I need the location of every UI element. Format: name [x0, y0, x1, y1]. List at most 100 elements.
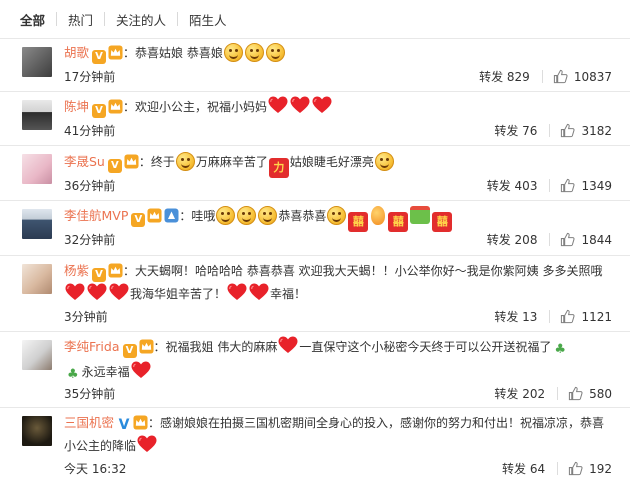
thumbs-up-icon	[568, 386, 583, 401]
like-button[interactable]: 1844	[560, 232, 612, 247]
username[interactable]: 李佳航MVP	[64, 208, 128, 223]
like-count: 1349	[581, 178, 612, 193]
smile-emoji-icon	[265, 43, 285, 62]
username[interactable]: 李纯Frida	[64, 339, 120, 354]
avatar[interactable]	[22, 209, 52, 239]
clover-icon: ♣	[67, 367, 79, 382]
heart-icon	[249, 283, 269, 301]
avatar[interactable]	[22, 100, 52, 130]
like-button[interactable]: 1121	[560, 309, 612, 324]
comment-meta: 35分钟前 转发 202 580	[64, 385, 612, 402]
username[interactable]: 胡歌	[64, 45, 89, 60]
repost-count: 13	[522, 310, 538, 324]
crown-badge-icon	[108, 263, 123, 278]
repost-button[interactable]: 转发 829	[479, 68, 530, 85]
like-count: 1844	[581, 232, 612, 247]
timestamp: 3分钟前	[64, 310, 108, 324]
repost-count: 403	[514, 179, 538, 193]
heart-icon	[290, 96, 310, 114]
divider	[549, 124, 551, 137]
comment-text: ：欢迎小公主，祝福小妈妈	[123, 100, 268, 114]
crown-badge-icon	[139, 339, 154, 354]
like-button[interactable]: 1349	[560, 178, 612, 193]
repost-button[interactable]: 转发 64	[502, 460, 545, 477]
laugh-emoji-icon	[216, 206, 236, 225]
heart-icon	[278, 336, 298, 354]
repost-button[interactable]: 转发 76	[494, 122, 537, 139]
like-count: 1121	[581, 309, 612, 324]
avatar[interactable]	[22, 47, 52, 77]
repost-label: 转发	[494, 310, 519, 324]
crown-badge-icon	[108, 99, 123, 114]
comment-list: 胡歌 V ：恭喜姑娘 恭喜娘 17分钟前 转发 829 10837 陈坤 V ：欢迎小公…	[0, 38, 630, 483]
heart-icon	[87, 283, 107, 301]
like-button[interactable]: 10837	[553, 69, 612, 84]
repost-label: 转发	[501, 462, 526, 476]
username[interactable]: 陈坤	[64, 99, 89, 114]
like-button[interactable]: 192	[568, 461, 612, 476]
balloon-icon	[371, 206, 386, 225]
thumbs-up-icon	[553, 69, 568, 84]
comment-item: 三国机密 V ：感谢娘娘在拍摄三国机密期间全身心的投入，感谢你的努力和付出！祝福凉凉…	[0, 407, 630, 483]
comment-text-line: 胡歌 V ：恭喜姑娘 恭喜娘	[64, 41, 610, 65]
heart-icon	[137, 435, 157, 453]
gift-icon	[410, 206, 431, 224]
repost-button[interactable]: 转发 208	[487, 231, 538, 248]
like-count: 3182	[581, 123, 612, 138]
comment-text-block: 李纯Frida V ：祝福我姐 伟大的麻麻 一直保守这个小秘密今天终于可以公开送祝福了…	[64, 335, 610, 386]
timestamp: 今天 16:32	[64, 462, 127, 476]
like-button[interactable]: 580	[568, 386, 612, 401]
repost-count: 202	[522, 387, 546, 401]
tab-divider	[177, 12, 179, 26]
avatar[interactable]	[22, 416, 52, 446]
double-happiness-icon: 囍	[432, 212, 453, 232]
comment-item: 陈坤 V ：欢迎小公主，祝福小妈妈 41分钟前 转发 76 3182	[0, 91, 630, 145]
repost-count: 64	[529, 462, 546, 476]
repost-button[interactable]: 转发 202	[494, 385, 545, 402]
divider	[549, 233, 551, 246]
tab-strangers[interactable]: 陌生人	[189, 10, 227, 29]
repost-button[interactable]: 转发 403	[487, 177, 538, 194]
avatar[interactable]	[22, 340, 52, 370]
tab-all[interactable]: 全部	[20, 10, 45, 29]
clover-icon: ♣	[554, 342, 566, 357]
comment-text: ：恭喜姑娘 恭喜娘	[123, 46, 223, 60]
tab-hot[interactable]: 热门	[68, 10, 93, 29]
username[interactable]: 李晟Su	[64, 154, 105, 169]
repost-label: 转发	[494, 387, 519, 401]
tab-divider	[56, 12, 58, 26]
like-count: 10837	[573, 69, 612, 84]
comment-meta: 17分钟前 转发 829 10837	[64, 68, 612, 85]
repost-label: 转发	[486, 179, 511, 193]
tab-following[interactable]: 关注的人	[116, 10, 166, 29]
cry-emoji-icon	[327, 206, 347, 225]
crown-badge-icon	[147, 208, 162, 223]
comment-text: ：祝福我姐 伟大的麻麻	[153, 340, 278, 354]
comment-text: ：终于	[138, 155, 175, 169]
smile-emoji-icon	[258, 206, 278, 225]
thumbs-up-icon	[568, 461, 583, 476]
emoji-icon	[175, 152, 195, 171]
username[interactable]: 三国机密	[64, 415, 114, 430]
timestamp: 36分钟前	[64, 179, 116, 193]
verified-icon: V	[107, 159, 122, 173]
avatar[interactable]	[22, 154, 52, 184]
comment-text-line: 陈坤 V ：欢迎小公主，祝福小妈妈	[64, 95, 610, 119]
like-button[interactable]: 3182	[560, 123, 612, 138]
comment-filter-tabs: 全部 热门 关注的人 陌生人	[0, 0, 630, 38]
comment-text: 永远幸福	[81, 365, 130, 379]
comment-meta: 今天 16:32 转发 64 192	[64, 460, 612, 477]
repost-label: 转发	[479, 70, 504, 84]
comment-text: ：哇哦	[179, 209, 216, 223]
username[interactable]: 杨紫	[64, 263, 89, 278]
double-happiness-icon: 囍	[348, 212, 369, 232]
comment-meta: 41分钟前 转发 76 3182	[64, 122, 612, 139]
repost-button[interactable]: 转发 13	[494, 308, 537, 325]
comment-text-block: 杨紫 V ：大天蝎啊！哈哈哈哈 恭喜恭喜 欢迎我大天蝎！！小公举你好～我是你紫阿姨 …	[64, 259, 610, 306]
comment-text: 万麻麻辛苦了	[195, 155, 268, 169]
comment-text: 我海华姐辛苦了！	[130, 287, 227, 301]
avatar[interactable]	[22, 264, 52, 294]
repost-count: 76	[522, 124, 538, 138]
repost-label: 转发	[494, 124, 519, 138]
double-happiness-icon: 囍	[388, 212, 409, 232]
